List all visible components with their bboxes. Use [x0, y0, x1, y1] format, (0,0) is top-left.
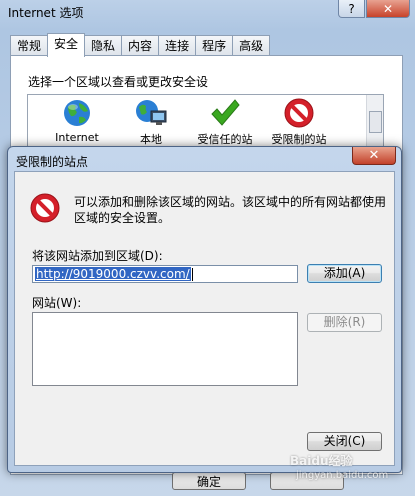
restricted-stop-icon [30, 193, 60, 223]
restricted-sites-dialog: 受限制的站点 ✕ 可以添加和删除该区域的网站。该区域中的所有网站都使用区域的安全… [7, 146, 402, 473]
watermark-url: jingyan.baidu.com [296, 470, 389, 481]
tab-programs[interactable]: 程序 [195, 35, 234, 56]
tab-bar: 常规 安全 隐私 内容 连接 程序 高级 [10, 33, 271, 57]
close-button[interactable]: 关闭(C) [307, 432, 382, 451]
add-button[interactable]: 添加(A) [307, 264, 382, 283]
trusted-checkmark-icon [211, 99, 240, 126]
window-close-button[interactable]: ✕ [366, 0, 410, 18]
help-button[interactable]: ? [338, 0, 365, 18]
zone-label: 本地 [140, 133, 162, 146]
restricted-stop-icon [284, 98, 314, 128]
ok-button[interactable]: 确定 [172, 472, 246, 490]
zone-label: 受信任的站 [197, 133, 253, 146]
tab-connections[interactable]: 连接 [158, 35, 197, 56]
sites-label: 网站(W): [32, 296, 82, 310]
watermark-logo: Baidu经验 [290, 454, 353, 468]
sites-list[interactable] [32, 312, 298, 386]
tab-security[interactable]: 安全 [47, 33, 86, 57]
tab-content[interactable]: 内容 [121, 35, 160, 56]
zone-label: 受限制的站 [271, 133, 327, 146]
globe-icon [64, 100, 90, 126]
add-site-value: http://9019000.czvv.com/ [35, 267, 191, 281]
tab-general[interactable]: 常规 [10, 35, 49, 56]
zone-scrollbar[interactable] [366, 95, 383, 147]
remove-button[interactable]: 删除(R) [307, 313, 382, 332]
zone-label: Internet [55, 131, 99, 144]
local-intranet-icon [136, 100, 167, 125]
tab-privacy[interactable]: 隐私 [84, 35, 123, 56]
zone-prompt: 选择一个区域以查看或更改安全设 [28, 75, 209, 89]
zone-list: Internet 本地 受信任的站 受限制的站 [27, 94, 384, 148]
tab-advanced[interactable]: 高级 [232, 35, 271, 56]
window-title: Internet 选项 [8, 6, 84, 20]
dialog-close-button[interactable]: ✕ [352, 147, 396, 165]
dialog-description: 可以添加和删除该区域的网站。该区域中的所有网站都使用区域的安全设置。 [74, 195, 387, 225]
add-site-label: 将该网站添加到区域(D): [32, 249, 163, 263]
text-caret [191, 268, 193, 281]
scrollbar-thumb[interactable] [369, 111, 382, 133]
dialog-title: 受限制的站点 [16, 155, 89, 169]
add-site-input[interactable]: http://9019000.czvv.com/ [32, 265, 298, 283]
dialog-body: 可以添加和删除该区域的网站。该区域中的所有网站都使用区域的安全设置。 将该网站添… [14, 171, 395, 466]
